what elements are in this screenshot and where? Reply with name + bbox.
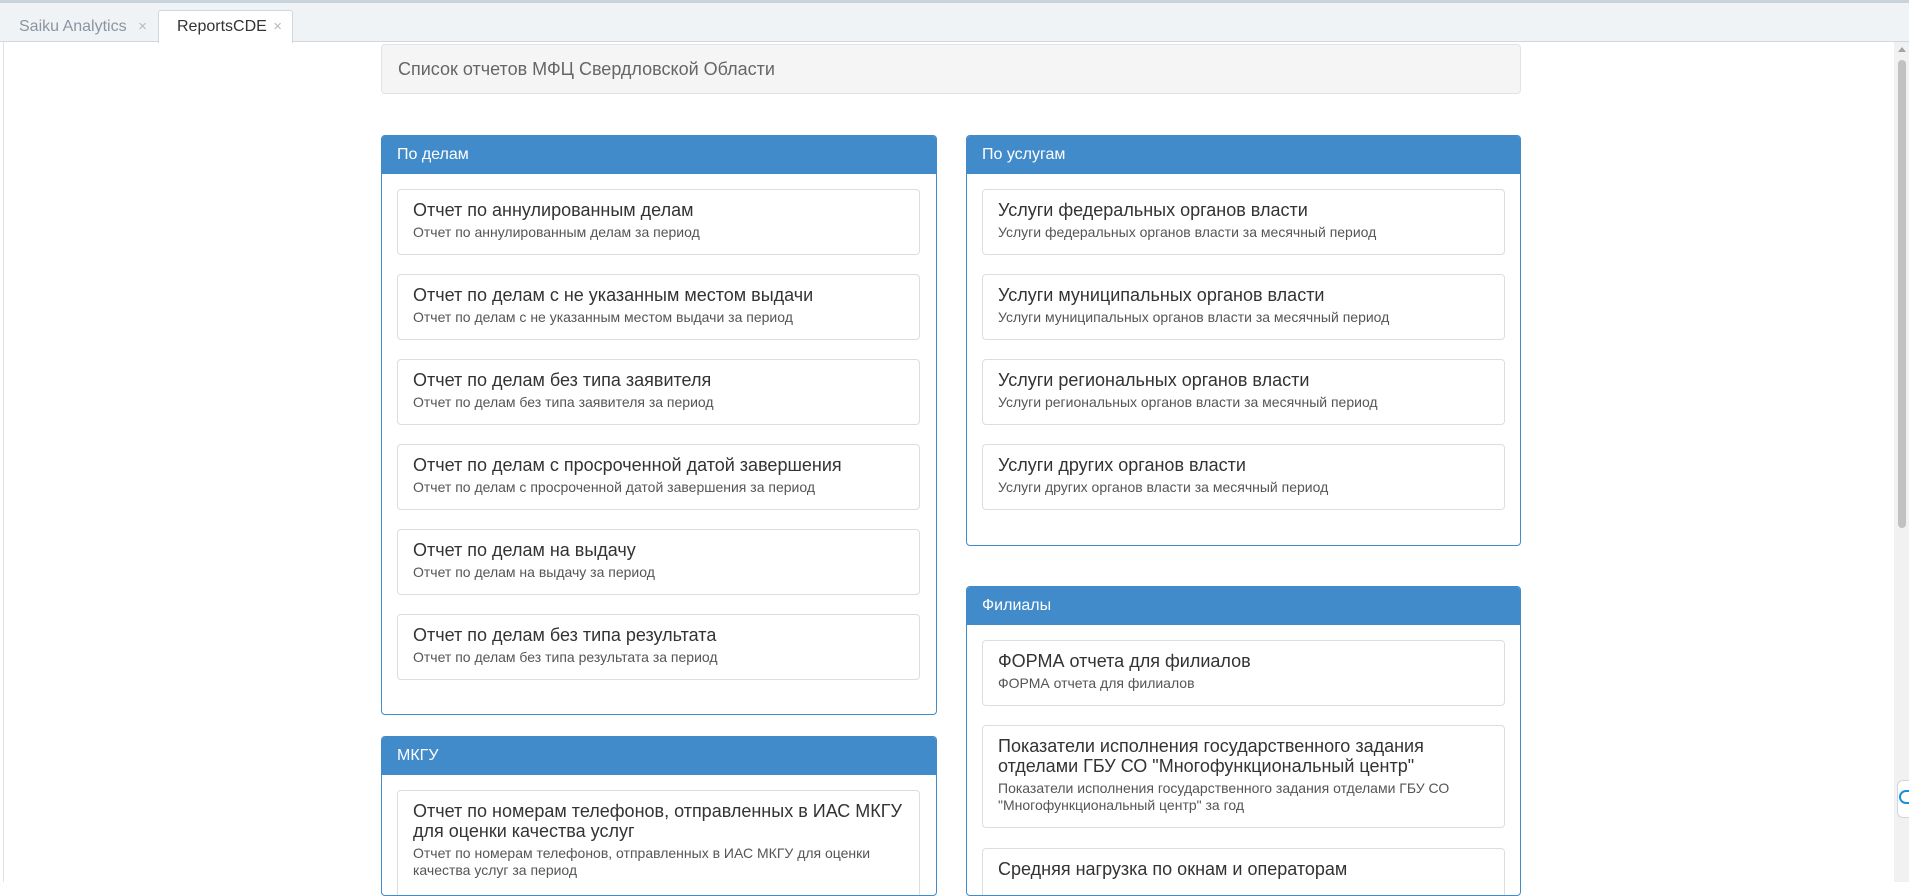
report-link[interactable]: ФОРМА отчета для филиалов ФОРМА отчета д… (982, 640, 1505, 706)
panel-heading: МКГУ (382, 737, 936, 775)
panel-heading: Филиалы (967, 587, 1520, 625)
report-title: ФОРМА отчета для филиалов (998, 651, 1251, 671)
report-description: Услуги региональных органов власти за ме… (998, 394, 1378, 410)
report-description: Услуги других органов власти за месячный… (998, 479, 1329, 495)
report-description: Отчет по делам без типа результата за пе… (413, 649, 718, 665)
frame-border (3, 42, 4, 882)
panel-heading: По делам (382, 136, 936, 174)
report-title: Услуги региональных органов власти (998, 370, 1310, 390)
report-description: ФОРМА отчета для филиалов (998, 675, 1195, 691)
report-description: Услуги муниципальных органов власти за м… (998, 309, 1390, 325)
report-title: Отчет по делам на выдачу (413, 540, 636, 560)
report-description: Отчет по делам с просроченной датой заве… (413, 479, 815, 495)
tab-label: ReportsCDE (177, 18, 267, 35)
panel-branches: Филиалы ФОРМА отчета для филиалов ФОРМА … (966, 586, 1521, 896)
report-description: Отчет по номерам телефонов, отправленных… (413, 845, 871, 878)
report-title: Отчет по делам с просроченной датой заве… (413, 455, 842, 475)
tab-saiku-analytics[interactable]: Saiku Analytics × (0, 10, 158, 42)
report-link[interactable]: Услуги федеральных органов власти Услуги… (982, 189, 1505, 255)
report-title: Отчет по аннулированным делам (413, 200, 694, 220)
report-link[interactable]: Отчет по делам с не указанным местом выд… (397, 274, 920, 340)
panel-heading: По услугам (967, 136, 1520, 174)
panel-services: По услугам Услуги федеральных органов вл… (966, 135, 1521, 546)
report-link[interactable]: Отчет по делам без типа заявителя Отчет … (397, 359, 920, 425)
report-link[interactable]: Отчет по делам с просроченной датой заве… (397, 444, 920, 510)
scrollbar-thumb[interactable] (1898, 60, 1906, 528)
report-link[interactable]: Средняя нагрузка по окнам и операторам (982, 848, 1505, 895)
report-link[interactable]: Отчет по аннулированным делам Отчет по а… (397, 189, 920, 255)
tab-reportscde[interactable]: ReportsCDE × (158, 10, 293, 43)
panel-mkgu: МКГУ Отчет по номерам телефонов, отправл… (381, 736, 937, 896)
tab-bar: Saiku Analytics × ReportsCDE × (0, 3, 1909, 43)
report-description: Услуги федеральных органов власти за мес… (998, 224, 1377, 240)
tab-label: Saiku Analytics (19, 18, 127, 35)
scroll-up-arrow-icon[interactable] (1898, 47, 1906, 52)
report-link[interactable]: Услуги региональных органов власти Услуг… (982, 359, 1505, 425)
report-title: Услуги других органов власти (998, 455, 1246, 475)
close-icon[interactable]: × (138, 11, 147, 42)
close-icon[interactable]: × (273, 11, 282, 42)
report-link[interactable]: Отчет по делам без типа результата Отчет… (397, 614, 920, 680)
report-description: Отчет по делам без типа заявителя за пер… (413, 394, 714, 410)
report-title: Услуги федеральных органов власти (998, 200, 1308, 220)
report-description: Отчет по аннулированным делам за период (413, 224, 700, 240)
report-title: Отчет по делам с не указанным местом выд… (413, 285, 814, 305)
report-link[interactable]: Услуги муниципальных органов власти Услу… (982, 274, 1505, 340)
report-title: Средняя нагрузка по окнам и операторам (998, 859, 1348, 879)
report-description: Отчет по делам с не указанным местом выд… (413, 309, 793, 325)
report-title: Услуги муниципальных органов власти (998, 285, 1325, 305)
panel-cases: По делам Отчет по аннулированным делам О… (381, 135, 937, 715)
report-link[interactable]: Показатели исполнения государственного з… (982, 725, 1505, 828)
report-link[interactable]: Услуги других органов власти Услуги друг… (982, 444, 1505, 510)
report-description: Показатели исполнения государственного з… (998, 780, 1450, 813)
report-link[interactable]: Отчет по номерам телефонов, отправленных… (397, 790, 920, 895)
report-title: Отчет по делам без типа результата (413, 625, 717, 645)
page-title: Список отчетов МФЦ Свердловской Области (381, 44, 1521, 94)
report-title: Отчет по номерам телефонов, отправленных… (413, 801, 902, 841)
report-description: Отчет по делам на выдачу за период (413, 564, 655, 580)
widget-icon[interactable] (1899, 790, 1909, 804)
report-title: Отчет по делам без типа заявителя (413, 370, 712, 390)
report-link[interactable]: Отчет по делам на выдачу Отчет по делам … (397, 529, 920, 595)
report-title: Показатели исполнения государственного з… (998, 736, 1424, 776)
